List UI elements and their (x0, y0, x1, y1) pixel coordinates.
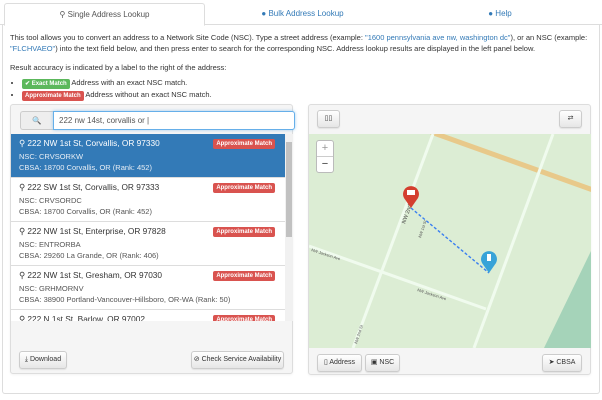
search-icon: 🔍 (20, 111, 53, 130)
map-panel: ▯▯ ⇄ NW 2nd St NW 1st St NW Jackson Ave … (308, 104, 591, 375)
tab-help[interactable]: ● Help (400, 3, 600, 25)
legend-approx: Approximate Match Address without an exa… (22, 89, 212, 101)
map-marker-icon: ⚲ (59, 10, 68, 19)
map[interactable]: NW 2nd St NW 1st St NW Jackson Ave NW Ja… (309, 134, 591, 348)
address-button[interactable]: ▯ Address (317, 354, 362, 372)
scrollbar[interactable] (285, 134, 293, 321)
legend-exact: ✔ Exact Match Address with an exact NSC … (22, 77, 212, 89)
map-marker-icon: ⚲ (19, 226, 26, 236)
cbsa-button[interactable]: ➤ CBSA (542, 354, 582, 372)
tab-single-address[interactable]: ⚲ Single Address Lookup (4, 3, 205, 26)
park-area (544, 251, 591, 348)
results-list: ⚲ 222 NW 1st St, Corvallis, OR 97330 NSC… (11, 134, 285, 321)
result-item[interactable]: ⚲ 222 NW 1st St, Gresham, OR 97030 NSC: … (11, 266, 285, 310)
map-layers-button[interactable]: ▯▯ (317, 110, 340, 128)
approximate-match-badge: Approximate Match (213, 315, 275, 321)
example-address-link[interactable]: "1600 pennsylvania ave nw, washington dc… (365, 33, 510, 42)
road-nw-2nd (351, 134, 435, 348)
result-nsc: NSC: CRVSORKW (19, 152, 84, 161)
check-circle-icon: ⊘ (193, 356, 202, 363)
connection-line (410, 207, 490, 274)
map-marker-icon: ⚲ (19, 138, 26, 148)
accuracy-text: Result accuracy is indicated by a label … (10, 63, 227, 72)
check-service-button[interactable]: ⊘ Check Service Availability (191, 351, 284, 369)
map-marker-icon: ⚲ (19, 314, 26, 321)
street-label: NW 2nd St (353, 324, 364, 345)
zoom-control: + − (316, 140, 334, 173)
example-nsc-link[interactable]: "FLCHVAEO" (10, 44, 55, 53)
result-cbsa: CBSA: 18700 Corvallis, OR (Rank: 452) (19, 207, 152, 216)
map-marker-icon: ⚲ (19, 182, 26, 192)
result-item[interactable]: ⚲ 222 N 1st St, Barlow, OR 97002 NSC: CN… (11, 310, 285, 321)
exact-match-badge: ✔ Exact Match (22, 79, 70, 89)
results-panel: 🔍 222 nw 14st, corvallis or | ⚲ 222 NW 1… (10, 104, 295, 374)
street-label: NW 1st St (417, 219, 428, 239)
approximate-match-badge: Approximate Match (213, 183, 275, 193)
result-item[interactable]: ⚲ 222 NW 1st St, Enterprise, OR 97828 NS… (11, 222, 285, 266)
result-nsc: NSC: GRHMORNV (19, 284, 84, 293)
exchange-icon: ⇄ (567, 115, 574, 122)
approximate-match-badge: Approximate Match (213, 227, 275, 237)
approximate-match-badge: Approximate Match (22, 91, 84, 101)
result-cbsa: CBSA: 18700 Corvallis, OR (Rank: 452) (19, 163, 152, 172)
swap-button[interactable]: ⇄ (559, 110, 582, 128)
tab-bar: ⚲ Single Address Lookup ● Bulk Address L… (0, 0, 602, 26)
tab-bulk-address[interactable]: ● Bulk Address Lookup (205, 3, 400, 25)
zoom-out-button[interactable]: − (317, 157, 333, 173)
approximate-match-badge: Approximate Match (213, 271, 275, 281)
map-canvas: NW 2nd St NW 1st St NW Jackson Ave NW Ja… (309, 134, 591, 348)
map-icon: ▯▯ (324, 115, 333, 122)
result-nsc: NSC: ENTRORBA (19, 240, 81, 249)
download-button[interactable]: ⤓ Download (19, 351, 67, 369)
result-nsc: NSC: CRVSORDC (19, 196, 82, 205)
approximate-match-badge: Approximate Match (213, 139, 275, 149)
address-marker-icon[interactable] (481, 251, 497, 273)
legend: ✔ Exact Match Address with an exact NSC … (22, 77, 212, 101)
result-item[interactable]: ⚲ 222 SW 1st St, Corvallis, OR 97333 NSC… (11, 178, 285, 222)
road-nw-1st (472, 134, 555, 348)
search-input[interactable]: 222 nw 14st, corvallis or | (53, 111, 295, 130)
result-cbsa: CBSA: 29260 La Grande, OR (Rank: 406) (19, 251, 159, 260)
map-marker-icon: ⚲ (19, 270, 26, 280)
zoom-in-button[interactable]: + (317, 141, 333, 157)
intro-text: This tool allows you to convert an addre… (10, 33, 588, 53)
nsc-button[interactable]: ▣ NSC (365, 354, 400, 372)
result-cbsa: CBSA: 38900 Portland-Vancouver-Hillsboro… (19, 295, 231, 304)
street-label: NW Jackson Ave (311, 247, 342, 261)
major-road (430, 134, 591, 192)
result-item[interactable]: ⚲ 222 NW 1st St, Corvallis, OR 97330 NSC… (11, 134, 285, 178)
